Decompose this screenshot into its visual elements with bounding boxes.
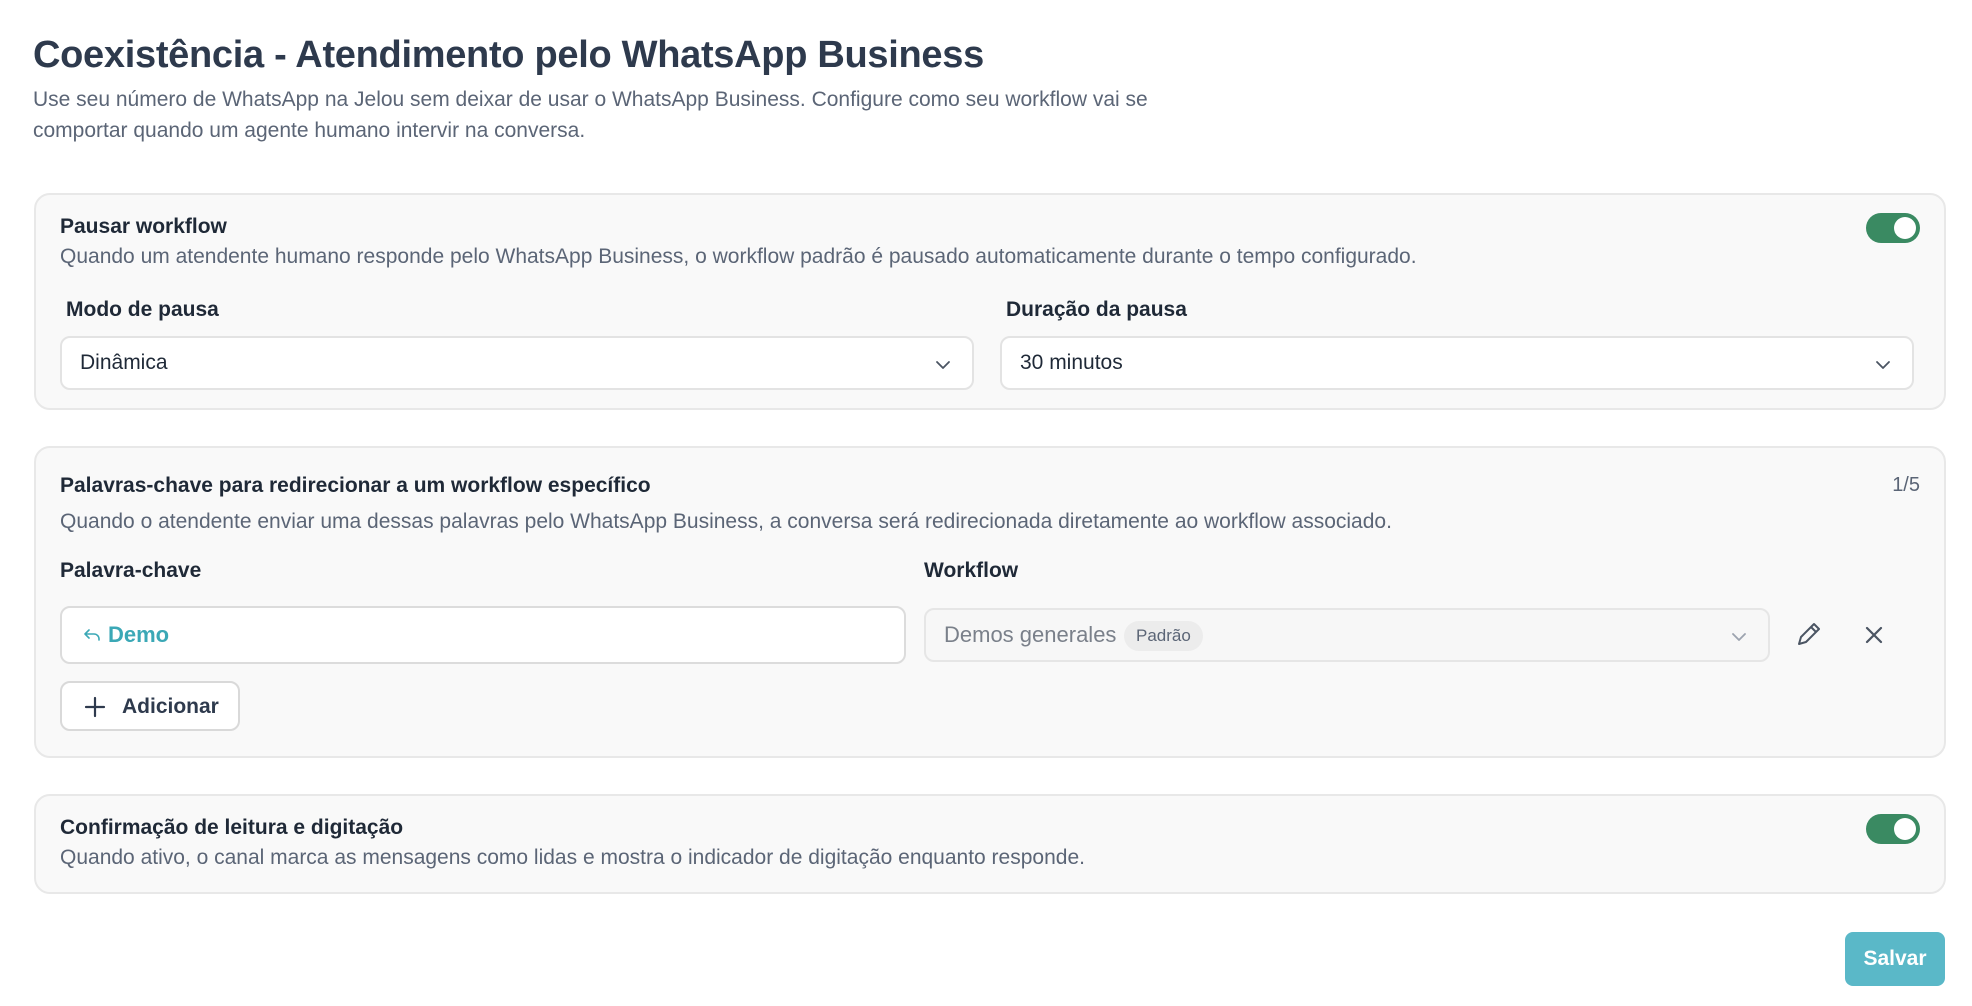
page-description: Use seu número de WhatsApp na Jelou sem …: [33, 88, 1148, 142]
save-button[interactable]: Salvar: [1845, 932, 1945, 986]
keyword-column-label: Palavra-chave: [60, 559, 202, 582]
toggle-knob: [1894, 818, 1916, 840]
pause-mode-label: Modo de pausa: [66, 298, 219, 321]
chevron-down-icon: [1876, 361, 1890, 369]
plus-icon: [84, 696, 106, 718]
pause-workflow-card: Pausar workflow Quando um atendente huma…: [34, 193, 1946, 410]
reply-arrow-icon: [84, 629, 100, 641]
pause-duration-select[interactable]: 30 minutos: [1000, 336, 1914, 390]
page-title: Coexistência - Atendimento pelo WhatsApp…: [33, 34, 984, 76]
add-keyword-button[interactable]: Adicionar: [60, 681, 240, 731]
workflow-value: Demos generales: [944, 622, 1117, 647]
read-receipt-toggle[interactable]: [1866, 814, 1920, 844]
default-badge: Padrão: [1124, 621, 1203, 651]
workflow-column-label: Workflow: [924, 559, 1019, 582]
read-receipt-card: Confirmação de leitura e digitação Quand…: [34, 794, 1946, 894]
pause-mode-value: Dinâmica: [80, 351, 168, 374]
toggle-knob: [1894, 217, 1916, 239]
read-receipt-description: Quando ativo, o canal marca as mensagens…: [60, 846, 1085, 869]
chevron-down-icon: [1732, 633, 1746, 641]
pause-duration-value: 30 minutos: [1020, 351, 1123, 374]
keywords-card: Palavras-chave para redirecionar a um wo…: [34, 446, 1946, 758]
keyword-input[interactable]: Demo: [60, 606, 906, 664]
keywords-description: Quando o atendente enviar uma dessas pal…: [60, 510, 1392, 533]
pause-workflow-title: Pausar workflow: [60, 215, 227, 238]
add-keyword-label: Adicionar: [122, 695, 219, 718]
pencil-icon[interactable]: [1788, 615, 1828, 655]
coexistence-settings-page: Coexistência - Atendimento pelo WhatsApp…: [0, 0, 1972, 1006]
read-receipt-title: Confirmação de leitura e digitação: [60, 816, 404, 839]
keyword-value: Demo: [108, 622, 170, 647]
pause-duration-label: Duração da pausa: [1006, 298, 1187, 321]
pause-workflow-description: Quando um atendente humano responde pelo…: [60, 245, 1417, 268]
keywords-title: Palavras-chave para redirecionar a um wo…: [60, 474, 651, 497]
pause-workflow-toggle[interactable]: [1866, 213, 1920, 243]
workflow-select[interactable]: Demos generales Padrão: [924, 608, 1770, 662]
keywords-counter: 1/5: [1892, 474, 1920, 496]
pause-mode-select[interactable]: Dinâmica: [60, 336, 974, 390]
chevron-down-icon: [936, 361, 950, 369]
close-icon[interactable]: [1854, 615, 1894, 655]
